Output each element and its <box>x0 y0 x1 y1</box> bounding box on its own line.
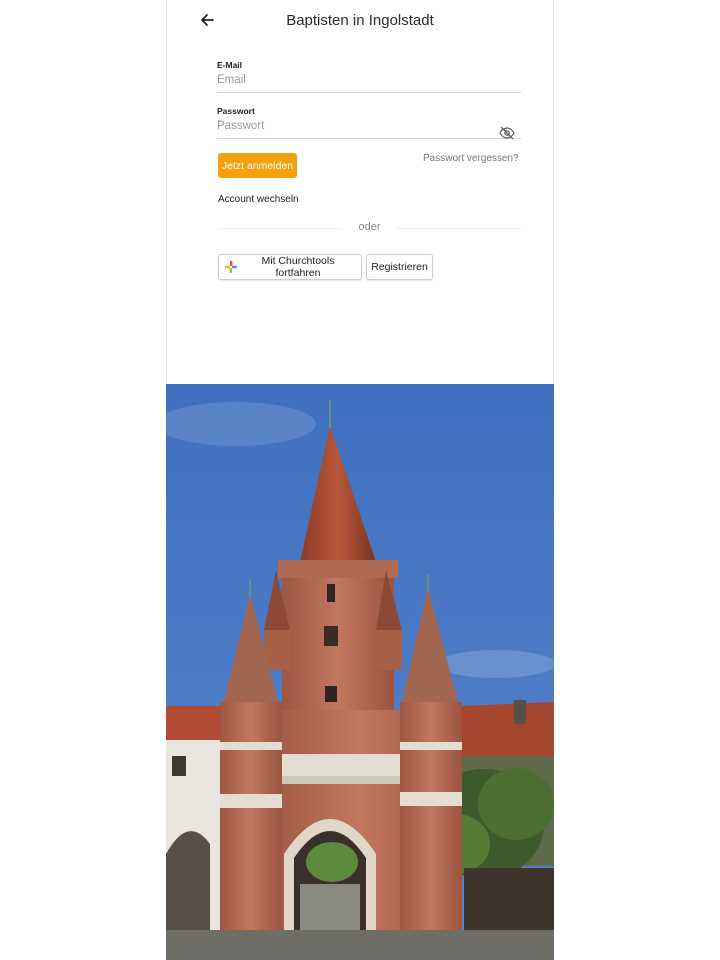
page-title: Baptisten in Ingolstadt <box>286 12 434 29</box>
tower-crown <box>278 560 398 578</box>
email-label: E-Mail <box>217 60 243 70</box>
email-input[interactable] <box>217 70 521 93</box>
password-input[interactable] <box>217 116 521 139</box>
left-tower-band <box>220 794 282 808</box>
tower-window <box>325 686 337 702</box>
password-label: Passwort <box>217 106 255 116</box>
right-tower-band <box>400 792 462 806</box>
eye-off-icon <box>499 126 515 140</box>
left-roof <box>166 706 228 740</box>
login-button[interactable]: Jetzt anmelden <box>218 153 297 178</box>
or-divider: oder <box>218 221 521 235</box>
right-round-tower <box>400 702 462 932</box>
email-field: E-Mail <box>217 60 521 93</box>
register-button[interactable]: Registrieren <box>366 254 433 280</box>
tower-window <box>324 626 338 646</box>
distant-tree <box>306 842 358 882</box>
tower-window <box>327 584 335 602</box>
left-tower-band <box>220 742 282 750</box>
left-round-tower <box>220 702 282 932</box>
turret <box>376 630 402 670</box>
right-tower-band <box>400 742 462 750</box>
forgot-password-link[interactable]: Passwort vergessen? <box>423 153 519 164</box>
toggle-password-visibility-button[interactable] <box>499 126 515 140</box>
churchtools-login-label: Mit Churchtools fortfahren <box>261 255 335 279</box>
header: Baptisten in Ingolstadt <box>167 0 553 42</box>
divider-label: oder <box>358 221 381 233</box>
street <box>166 930 554 960</box>
brick-gate-tower-photo <box>166 384 554 960</box>
churchtools-logo-icon <box>225 261 237 273</box>
cloud <box>436 650 554 678</box>
password-field: Passwort <box>217 106 521 140</box>
left-window <box>172 756 186 776</box>
divider-line-right <box>397 228 521 229</box>
chimney <box>514 700 526 724</box>
tree <box>478 768 554 840</box>
right-roof <box>462 702 554 756</box>
distant-street <box>300 884 360 930</box>
hero-image <box>166 384 554 960</box>
switch-account-link[interactable]: Account wechseln <box>218 194 299 205</box>
churchtools-login-button[interactable]: Mit Churchtools fortfahren <box>218 254 362 280</box>
